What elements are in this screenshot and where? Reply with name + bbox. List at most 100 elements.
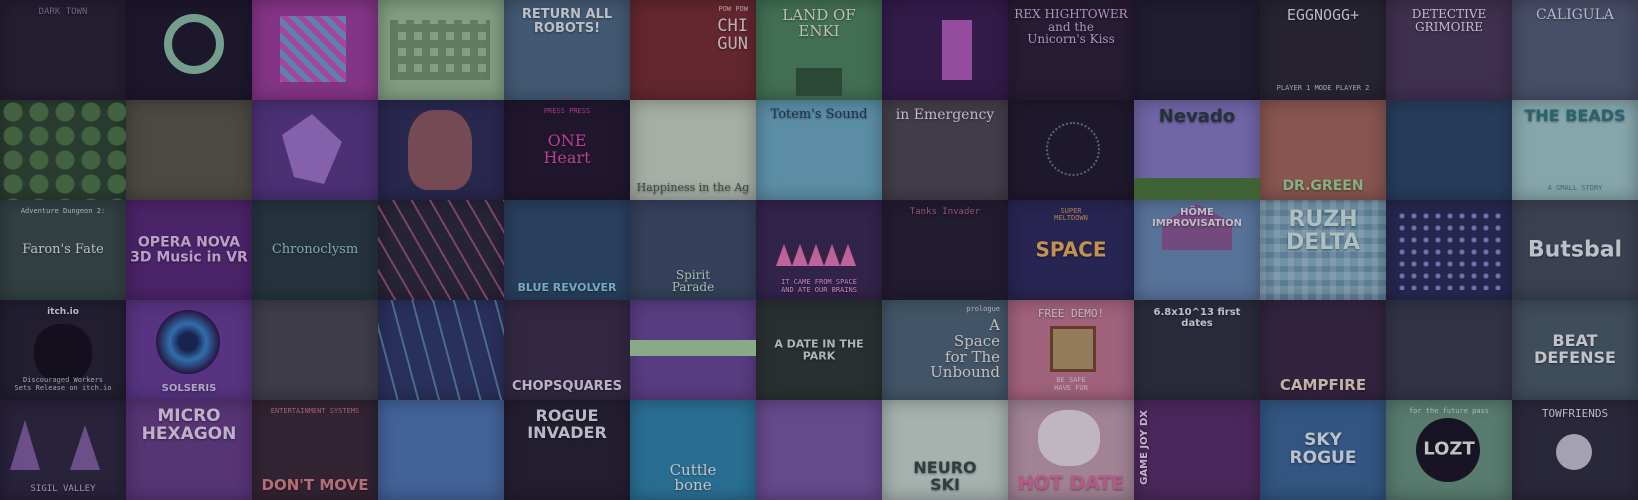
- game-cover-tile[interactable]: A DATE IN THE PARK: [756, 300, 882, 400]
- game-subtitle: Adventure Dungeon 2:: [20, 207, 106, 215]
- game-cover-tile[interactable]: [378, 200, 504, 300]
- pixel-grid-art: [1396, 210, 1502, 290]
- game-cover-tile[interactable]: GAME JOY DX: [1134, 400, 1260, 500]
- game-cover-tile[interactable]: in Emergency: [882, 100, 1008, 200]
- game-title: SOLSERIS: [161, 382, 217, 394]
- game-cover-tile[interactable]: Happiness in the Ag: [630, 100, 756, 200]
- game-cover-tile[interactable]: HÖME IMPROVISATION: [1134, 200, 1260, 300]
- game-cover-tile[interactable]: [126, 0, 252, 100]
- game-subtitle: prologue: [966, 305, 1000, 313]
- game-cover-tile[interactable]: RUZH DELTA: [1260, 200, 1386, 300]
- game-cover-tile[interactable]: A Space for The Unbound prologue: [882, 300, 1008, 400]
- game-cover-tile[interactable]: [1008, 100, 1134, 200]
- game-cover-tile[interactable]: Chronoclysm: [252, 200, 378, 300]
- game-title: SPACE: [1035, 237, 1107, 262]
- game-title: Nevado: [1158, 106, 1236, 127]
- game-cover-tile[interactable]: FREE DEMO! BE SAFE HAVE FUN: [1008, 300, 1134, 400]
- game-cover-tile[interactable]: [378, 0, 504, 100]
- game-cover-tile[interactable]: [378, 400, 504, 500]
- game-cover-tile[interactable]: [882, 0, 1008, 100]
- game-cover-tile[interactable]: [252, 100, 378, 200]
- game-cover-tile[interactable]: Spirit Parade: [630, 200, 756, 300]
- game-title: HÖME IMPROVISATION: [1152, 207, 1242, 229]
- game-cover-tile[interactable]: RETURN ALL ROBOTS!: [504, 0, 630, 100]
- game-cover-tile[interactable]: Butsbal: [1512, 200, 1638, 300]
- game-cover-tile[interactable]: CHI GUN POW POW: [630, 0, 756, 100]
- game-title: SIGIL VALLEY: [30, 483, 96, 494]
- game-title: A DATE IN THE PARK: [774, 337, 864, 362]
- game-cover-tile[interactable]: NEURO SKI: [882, 400, 1008, 500]
- game-cover-tile[interactable]: [1386, 200, 1512, 300]
- game-cover-tile[interactable]: SPACE SUPER MELTDOWN: [1008, 200, 1134, 300]
- game-cover-tile[interactable]: REX HIGHTOWER and the Unicorn's Kiss: [1008, 0, 1134, 100]
- game-cover-mosaic: DARK TOWN RETURN ALL ROBOTS! CHI GUN POW PO…: [0, 0, 1638, 500]
- game-cover-tile[interactable]: Cuttle bone: [630, 400, 756, 500]
- game-cover-tile[interactable]: 6.8x10^13 first dates: [1134, 300, 1260, 400]
- game-cover-tile[interactable]: TOWFRIENDS: [1512, 400, 1638, 500]
- game-cover-tile[interactable]: SIGIL VALLEY: [0, 400, 126, 500]
- game-cover-tile[interactable]: BEAT DEFENSE: [1512, 300, 1638, 400]
- game-title: RETURN ALL ROBOTS!: [521, 7, 613, 36]
- game-cover-tile[interactable]: CHOPSQUARES: [504, 300, 630, 400]
- game-cover-tile[interactable]: [126, 100, 252, 200]
- pixel-bars-art: [942, 20, 972, 80]
- game-subtitle: for the future pass: [1408, 407, 1490, 415]
- tile-dim-overlay: [252, 300, 378, 400]
- tile-dim-overlay: [756, 400, 882, 500]
- game-cover-tile[interactable]: itch.io Discouraged Workers Sets Release …: [0, 300, 126, 400]
- game-cover-tile[interactable]: THE BEADS A SMALL STORY: [1512, 100, 1638, 200]
- game-cover-tile[interactable]: Tanks Invader: [882, 200, 1008, 300]
- game-cover-tile[interactable]: [1386, 300, 1512, 400]
- spires-art: [10, 420, 100, 470]
- game-cover-tile[interactable]: OPERA NOVA 3D Music in VR: [126, 200, 252, 300]
- pixel-platform-art: [630, 340, 756, 356]
- game-title: Cuttle bone: [669, 460, 717, 495]
- game-cover-tile[interactable]: ROGUE INVADER: [504, 400, 630, 500]
- game-title: GAME JOY DX: [1139, 410, 1150, 485]
- game-subtitle: PRESS PRESS: [543, 107, 591, 115]
- game-cover-tile[interactable]: LAND OF ENKI: [756, 0, 882, 100]
- game-title: Butsbal: [1527, 237, 1623, 263]
- game-cover-tile[interactable]: DETECTIVE GRIMOIRE: [1386, 0, 1512, 100]
- game-cover-tile[interactable]: [0, 100, 126, 200]
- game-cover-tile[interactable]: DON'T MOVE ENTERTAINMENT SYSTEMS: [252, 400, 378, 500]
- game-cover-tile[interactable]: HOT DATE: [1008, 400, 1134, 500]
- game-cover-tile[interactable]: EGGNOGG+ PLAYER 1 MODE PLAYER 2: [1260, 0, 1386, 100]
- game-subtitle: Discouraged Workers Sets Release on itch…: [14, 376, 112, 392]
- game-cover-tile[interactable]: SOLSERIS: [126, 300, 252, 400]
- game-title: EGGNOGG+: [1286, 6, 1360, 24]
- game-title: ONE Heart: [543, 131, 591, 167]
- robot-art: [280, 16, 346, 82]
- game-title: MICRO HEXAGON: [141, 406, 237, 444]
- game-cover-tile[interactable]: LOZT for the future pass: [1386, 400, 1512, 500]
- game-cover-tile[interactable]: CALIGULA: [1512, 0, 1638, 100]
- game-cover-tile[interactable]: CAMPFIRE: [1260, 300, 1386, 400]
- game-title: Totem's Sound: [770, 107, 868, 122]
- game-title: CALIGULA: [1535, 7, 1615, 23]
- game-cover-tile[interactable]: IT CAME FROM SPACE AND ATE OUR BRAINS: [756, 200, 882, 300]
- game-cover-tile[interactable]: Totem's Sound: [756, 100, 882, 200]
- game-title: 6.8x10^13 first dates: [1153, 307, 1241, 329]
- game-cover-tile[interactable]: Nevado: [1134, 100, 1260, 200]
- game-cover-tile[interactable]: [378, 300, 504, 400]
- game-cover-tile[interactable]: [1386, 100, 1512, 200]
- game-cover-tile[interactable]: DARK TOWN: [0, 0, 126, 100]
- game-cover-tile[interactable]: MICRO HEXAGON: [126, 400, 252, 500]
- game-title: TOWFRIENDS: [1541, 407, 1609, 420]
- game-cover-tile[interactable]: [378, 100, 504, 200]
- game-cover-tile[interactable]: SKY ROGUE: [1260, 400, 1386, 500]
- character-bubble-art: [1556, 434, 1592, 470]
- vortex-art: [156, 310, 220, 374]
- ring-icon: [164, 14, 224, 74]
- game-cover-tile[interactable]: ONE Heart PRESS PRESS: [504, 100, 630, 200]
- game-cover-tile[interactable]: BLUE REVOLVER: [504, 200, 630, 300]
- game-cover-tile[interactable]: Faron's Fate Adventure Dungeon 2:: [0, 200, 126, 300]
- game-cover-tile[interactable]: [252, 300, 378, 400]
- character-portrait-art: [408, 110, 472, 190]
- game-cover-tile[interactable]: [756, 400, 882, 500]
- game-cover-tile[interactable]: DR.GREEN: [1260, 100, 1386, 200]
- game-cover-tile[interactable]: [1134, 0, 1260, 100]
- game-title: A Space for The Unbound: [930, 316, 1000, 382]
- game-cover-tile[interactable]: [630, 300, 756, 400]
- game-cover-tile[interactable]: [252, 0, 378, 100]
